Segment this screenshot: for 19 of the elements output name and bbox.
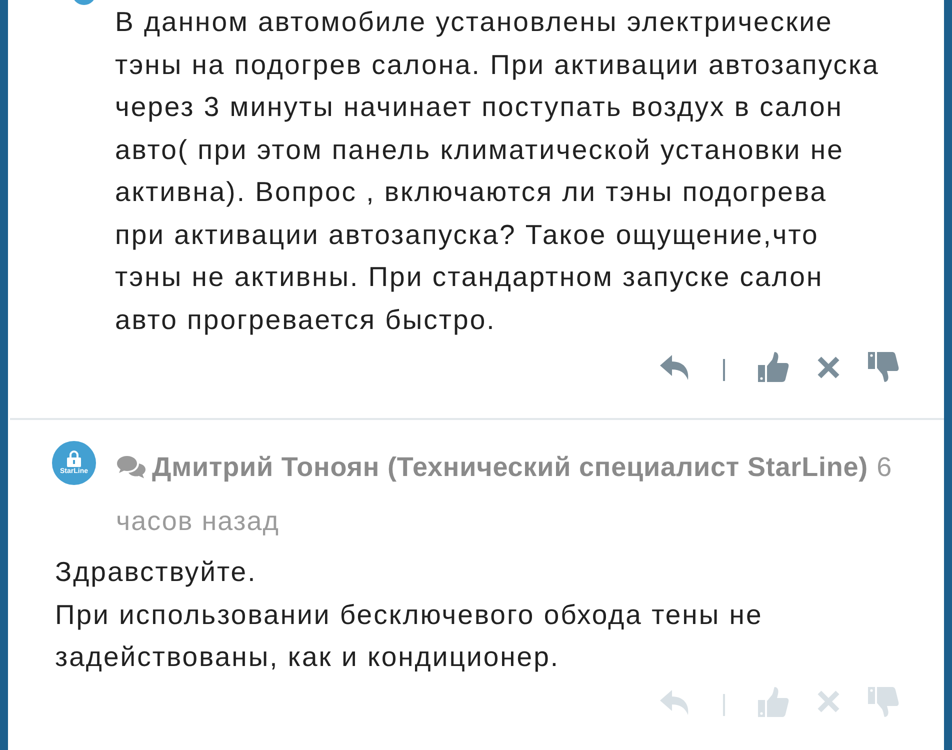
dismiss-button[interactable] bbox=[817, 356, 840, 378]
comment-text: Здравствуйте. При использовании бесключевого обхода тены не задействованы, как и кондиционер. bbox=[55, 555, 764, 674]
author-name[interactable]: Дмитрий Тоноян (Технический специалист StarLine) bbox=[152, 452, 868, 482]
comment-text: В данном автомобиле установлены электрические тэны на подогрев салона. При активации автозапуска через 3 минуты начинает поступать воздух в салон авто( при этом панель климатической установки не активна). Вопрос , включаются ли тэны подогрева при активации автозапуска? Такое ощущение,что тэны не активны. При стандартном запуске салон авто прогревается быстро. bbox=[115, 5, 880, 337]
avatar-icon bbox=[72, 0, 96, 5]
like-button[interactable] bbox=[758, 352, 789, 382]
close-icon bbox=[817, 690, 840, 713]
reply-icon bbox=[660, 688, 690, 716]
reply-button[interactable] bbox=[660, 353, 690, 381]
lock-icon bbox=[67, 450, 81, 467]
thumbs-up-icon bbox=[758, 686, 789, 716]
thumbs-down-icon bbox=[868, 352, 899, 382]
comments-icon bbox=[116, 455, 146, 479]
close-icon bbox=[817, 356, 840, 378]
reply-icon bbox=[660, 353, 690, 381]
thumbs-down-icon bbox=[868, 686, 899, 716]
comment-byline: Дмитрий Тоноян (Технический специалист StarLine) 6 часов назад bbox=[116, 451, 894, 538]
thumbs-up-icon bbox=[758, 352, 789, 382]
dislike-button[interactable] bbox=[868, 352, 899, 382]
